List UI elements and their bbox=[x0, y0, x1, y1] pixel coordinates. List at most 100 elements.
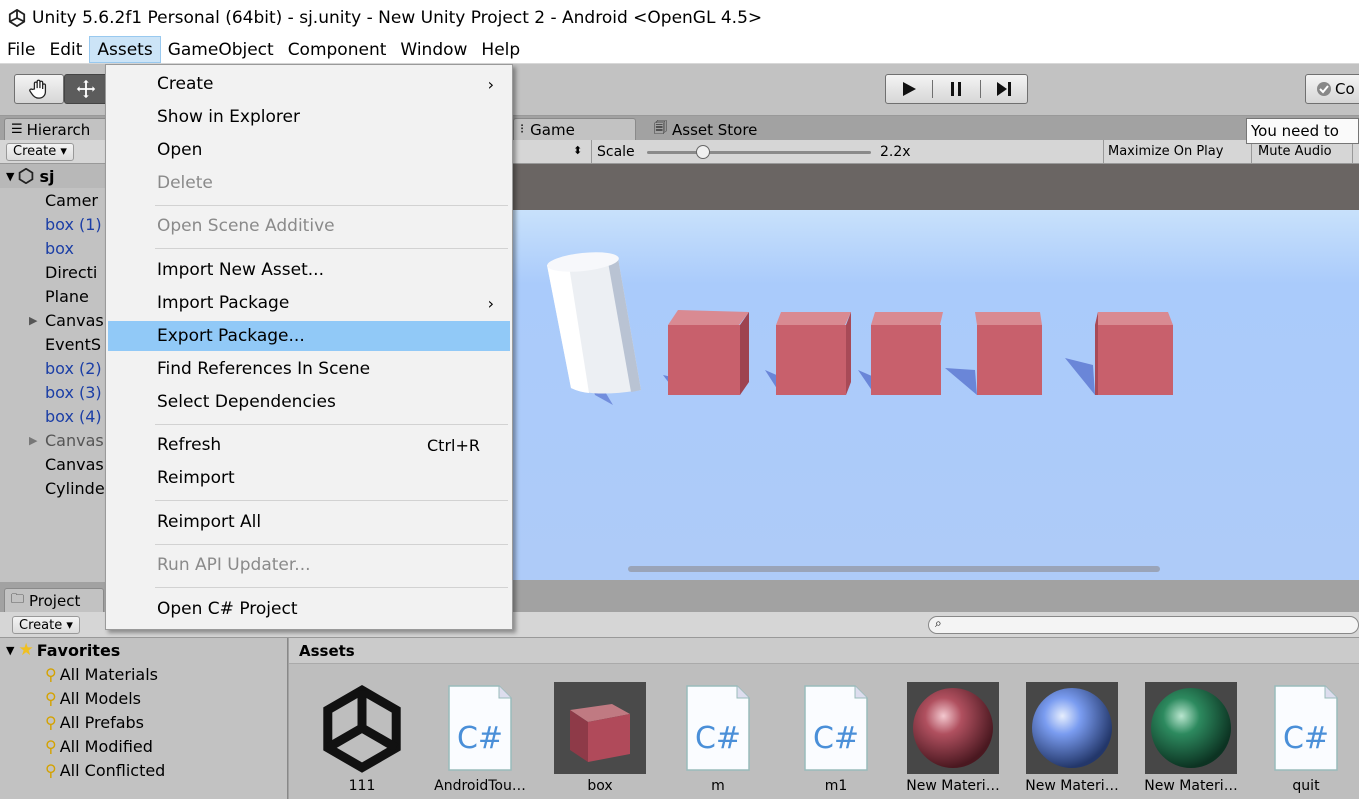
scene-row[interactable]: ▼ sj bbox=[0, 164, 106, 188]
favorite-item-label: All Materials bbox=[59, 664, 158, 684]
play-button[interactable] bbox=[886, 80, 934, 98]
menu-item-select-dependencies[interactable]: Select Dependencies bbox=[108, 387, 510, 417]
search-filter-icon: ⚲ bbox=[45, 664, 57, 684]
hierarchy-item[interactable]: box (1) bbox=[0, 212, 106, 236]
hand-tool-button[interactable] bbox=[14, 74, 64, 104]
search-filter-icon: ⚲ bbox=[45, 736, 57, 756]
box-object bbox=[1065, 312, 1173, 395]
box-object bbox=[945, 312, 1042, 395]
unity-logo-icon bbox=[8, 9, 26, 27]
resolution-dropdown-arrow-icon[interactable]: ⬍ bbox=[573, 144, 582, 157]
tab-game[interactable]: ⁝ Game bbox=[513, 118, 636, 140]
move-tool-button[interactable] bbox=[64, 74, 108, 104]
asset-tile[interactable]: box bbox=[545, 682, 655, 794]
collapsed-arrow-icon[interactable]: ▶ bbox=[29, 434, 45, 447]
hierarchy-item[interactable]: box (3) bbox=[0, 380, 106, 404]
favorite-item[interactable]: ⚲ All Prefabs bbox=[0, 710, 287, 734]
expand-arrow-icon[interactable]: ▼ bbox=[6, 644, 14, 657]
svg-text:C#: C# bbox=[695, 721, 741, 756]
menu-item-refresh[interactable]: Refresh Ctrl+R bbox=[108, 430, 510, 460]
hierarchy-item[interactable]: Canvas bbox=[0, 452, 106, 476]
scene-name: sj bbox=[39, 166, 55, 186]
hierarchy-item-label: Canvas bbox=[45, 310, 104, 330]
hierarchy-tab[interactable]: ☰ Hierarch bbox=[4, 118, 114, 140]
menu-item-find-references[interactable]: Find References In Scene bbox=[108, 354, 510, 384]
playback-controls bbox=[885, 74, 1028, 104]
hierarchy-tab-header: ☰ Hierarch bbox=[0, 116, 114, 140]
menu-edit[interactable]: Edit bbox=[42, 36, 89, 63]
title-bar: Unity 5.6.2f1 Personal (64bit) - sj.unit… bbox=[0, 0, 1359, 36]
collab-button[interactable]: Co bbox=[1305, 74, 1359, 104]
asset-tile[interactable]: C# m1 bbox=[781, 682, 891, 794]
favorite-item[interactable]: ⚲ All Models bbox=[0, 686, 287, 710]
box-object bbox=[663, 310, 749, 395]
menu-item-reimport[interactable]: Reimport bbox=[108, 463, 510, 493]
asset-tile[interactable]: C# m bbox=[663, 682, 773, 794]
menu-item-open[interactable]: Open bbox=[108, 135, 510, 165]
move-arrows-icon bbox=[76, 79, 96, 99]
menu-component[interactable]: Component bbox=[281, 36, 394, 63]
horizontal-scrollbar[interactable] bbox=[628, 566, 1160, 572]
scale-slider-thumb[interactable] bbox=[696, 145, 710, 159]
hierarchy-item[interactable]: box bbox=[0, 236, 106, 260]
menu-item-import-package[interactable]: Import Package › bbox=[108, 288, 510, 318]
collapsed-arrow-icon[interactable]: ▶ bbox=[29, 314, 45, 327]
hierarchy-item[interactable]: box (4) bbox=[0, 404, 106, 428]
asset-tile[interactable]: New Materi… bbox=[898, 682, 1008, 794]
menu-separator bbox=[155, 248, 508, 249]
asset-tile[interactable]: New Materi… bbox=[1136, 682, 1246, 794]
tab-project[interactable]: 🗀 Project bbox=[4, 588, 104, 612]
hierarchy-item[interactable]: Directi bbox=[0, 260, 106, 284]
step-button[interactable] bbox=[981, 80, 1027, 98]
hierarchy-item[interactable]: box (2) bbox=[0, 356, 106, 380]
menu-item-create[interactable]: Create › bbox=[108, 69, 510, 99]
asset-tile[interactable]: C# AndroidTou… bbox=[425, 682, 535, 794]
pause-button[interactable] bbox=[933, 80, 981, 98]
expand-arrow-icon[interactable]: ▼ bbox=[6, 170, 14, 183]
hierarchy-item[interactable]: EventS bbox=[0, 332, 106, 356]
menu-help[interactable]: Help bbox=[474, 36, 527, 63]
menu-item-reimport-all[interactable]: Reimport All bbox=[108, 507, 510, 537]
step-icon bbox=[996, 82, 1011, 96]
menu-item-show-in-explorer[interactable]: Show in Explorer bbox=[108, 102, 510, 132]
menu-item-export-package[interactable]: Export Package... bbox=[108, 321, 510, 351]
favorite-item[interactable]: ⚲ All Materials bbox=[0, 662, 287, 686]
csharp-script-icon: C# bbox=[672, 682, 764, 774]
menu-file[interactable]: File bbox=[0, 36, 42, 63]
hierarchy-create-dropdown[interactable]: Create ▾ bbox=[6, 142, 74, 161]
tab-asset-store[interactable]: 🗐 Asset Store bbox=[647, 118, 797, 140]
toolbar-divider bbox=[591, 140, 592, 164]
favorite-item[interactable]: ⚲ All Conflicted bbox=[0, 758, 287, 782]
scale-slider[interactable] bbox=[647, 145, 871, 159]
menu-gameobject[interactable]: GameObject bbox=[161, 36, 281, 63]
menu-item-import-new-asset[interactable]: Import New Asset... bbox=[108, 255, 510, 285]
hierarchy-item-expandable[interactable]: ▶ Canvas bbox=[0, 428, 106, 452]
menu-item-open-csharp-project[interactable]: Open C# Project bbox=[108, 594, 510, 624]
hierarchy-item-expandable[interactable]: ▶ Canvas bbox=[0, 308, 106, 332]
asset-tile[interactable]: 111 bbox=[307, 682, 417, 794]
hierarchy-item[interactable]: Cylinde bbox=[0, 476, 106, 500]
menu-window[interactable]: Window bbox=[393, 36, 474, 63]
asset-tile[interactable]: New Materi… bbox=[1017, 682, 1127, 794]
list-icon: ☰ bbox=[11, 122, 23, 137]
csharp-script-icon: C# bbox=[1260, 682, 1352, 774]
menu-assets[interactable]: Assets bbox=[89, 36, 161, 63]
assets-header: Assets bbox=[289, 638, 1359, 664]
hierarchy-item[interactable]: Plane bbox=[0, 284, 106, 308]
asset-tile[interactable]: C# quit bbox=[1251, 682, 1359, 794]
hierarchy-item[interactable]: Camer bbox=[0, 188, 106, 212]
search-filter-icon: ⚲ bbox=[45, 760, 57, 780]
asset-label: quit bbox=[1292, 778, 1320, 794]
game-view-viewport[interactable] bbox=[513, 210, 1359, 580]
window-title: Unity 5.6.2f1 Personal (64bit) - sj.unit… bbox=[32, 8, 763, 28]
favorite-item[interactable]: ⚲ All Modified bbox=[0, 734, 287, 758]
favorite-item-label: All Conflicted bbox=[59, 760, 166, 780]
project-create-dropdown[interactable]: Create ▾ bbox=[12, 616, 80, 634]
hierarchy-toolbar: Create ▾ bbox=[0, 140, 106, 164]
unity-logo-icon bbox=[316, 682, 408, 774]
favorite-item-label: All Models bbox=[59, 688, 142, 708]
material-sphere-icon bbox=[1026, 682, 1118, 774]
maximize-on-play-toggle[interactable]: Maximize On Play bbox=[1103, 140, 1227, 164]
favorites-header[interactable]: ▼ ★ Favorites bbox=[0, 638, 287, 662]
project-search-input[interactable]: ⌕ bbox=[928, 616, 1359, 634]
